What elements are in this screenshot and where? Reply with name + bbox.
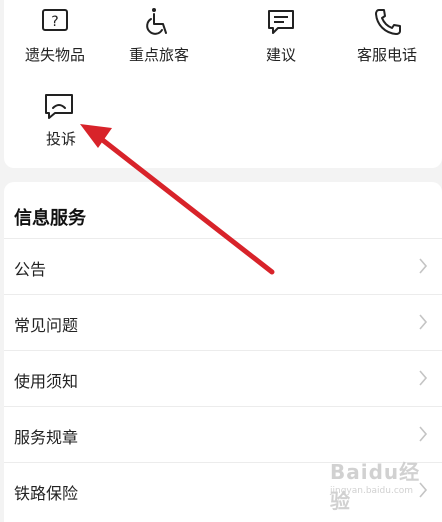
chevron-right-icon (419, 258, 428, 274)
list-item-label: 服务规章 (14, 428, 79, 447)
list-item-usage-notice[interactable]: 使用须知 (4, 350, 442, 407)
phone-icon (375, 9, 401, 35)
service-label: 遗失物品 (24, 46, 85, 64)
watermark-url: jingyan.baidu.com (330, 486, 414, 496)
baidu-watermark: Baidu经验 jingyan.baidu.com (326, 452, 436, 513)
chevron-right-icon (419, 426, 428, 442)
complaint-icon (45, 94, 73, 119)
service-priority-passenger[interactable]: 重点旅客 (104, 6, 214, 65)
list-item-faq[interactable]: 常见问题 (4, 294, 442, 351)
list-item-announcement[interactable]: 公告 (4, 238, 442, 295)
svg-text:?: ? (51, 14, 58, 30)
service-label: 投诉 (46, 130, 77, 148)
service-hotline[interactable]: 客服电话 (332, 6, 442, 65)
chevron-right-icon (419, 370, 428, 386)
list-item-label: 铁路保险 (14, 484, 79, 503)
wheelchair-icon (146, 8, 167, 35)
service-lost-items[interactable]: ? 遗失物品 (0, 6, 110, 65)
list-item-label: 公告 (14, 260, 47, 279)
service-suggestion[interactable]: 建议 (226, 6, 336, 65)
chevron-right-icon (419, 314, 428, 330)
watermark-text: Baidu经验 (330, 460, 421, 513)
service-complaint[interactable]: 投诉 (8, 90, 108, 149)
question-box-icon: ? (42, 9, 68, 31)
list-item-label: 常见问题 (14, 316, 79, 335)
section-title: 信息服务 (14, 208, 86, 229)
list-item-label: 使用须知 (14, 372, 79, 391)
message-icon (268, 10, 294, 34)
service-label: 建议 (265, 46, 296, 64)
service-grid-card: ? 遗失物品 重点旅客 建议 客服电话 投诉 (4, 0, 442, 168)
service-label: 重点旅客 (128, 46, 189, 64)
service-label: 客服电话 (356, 46, 417, 64)
